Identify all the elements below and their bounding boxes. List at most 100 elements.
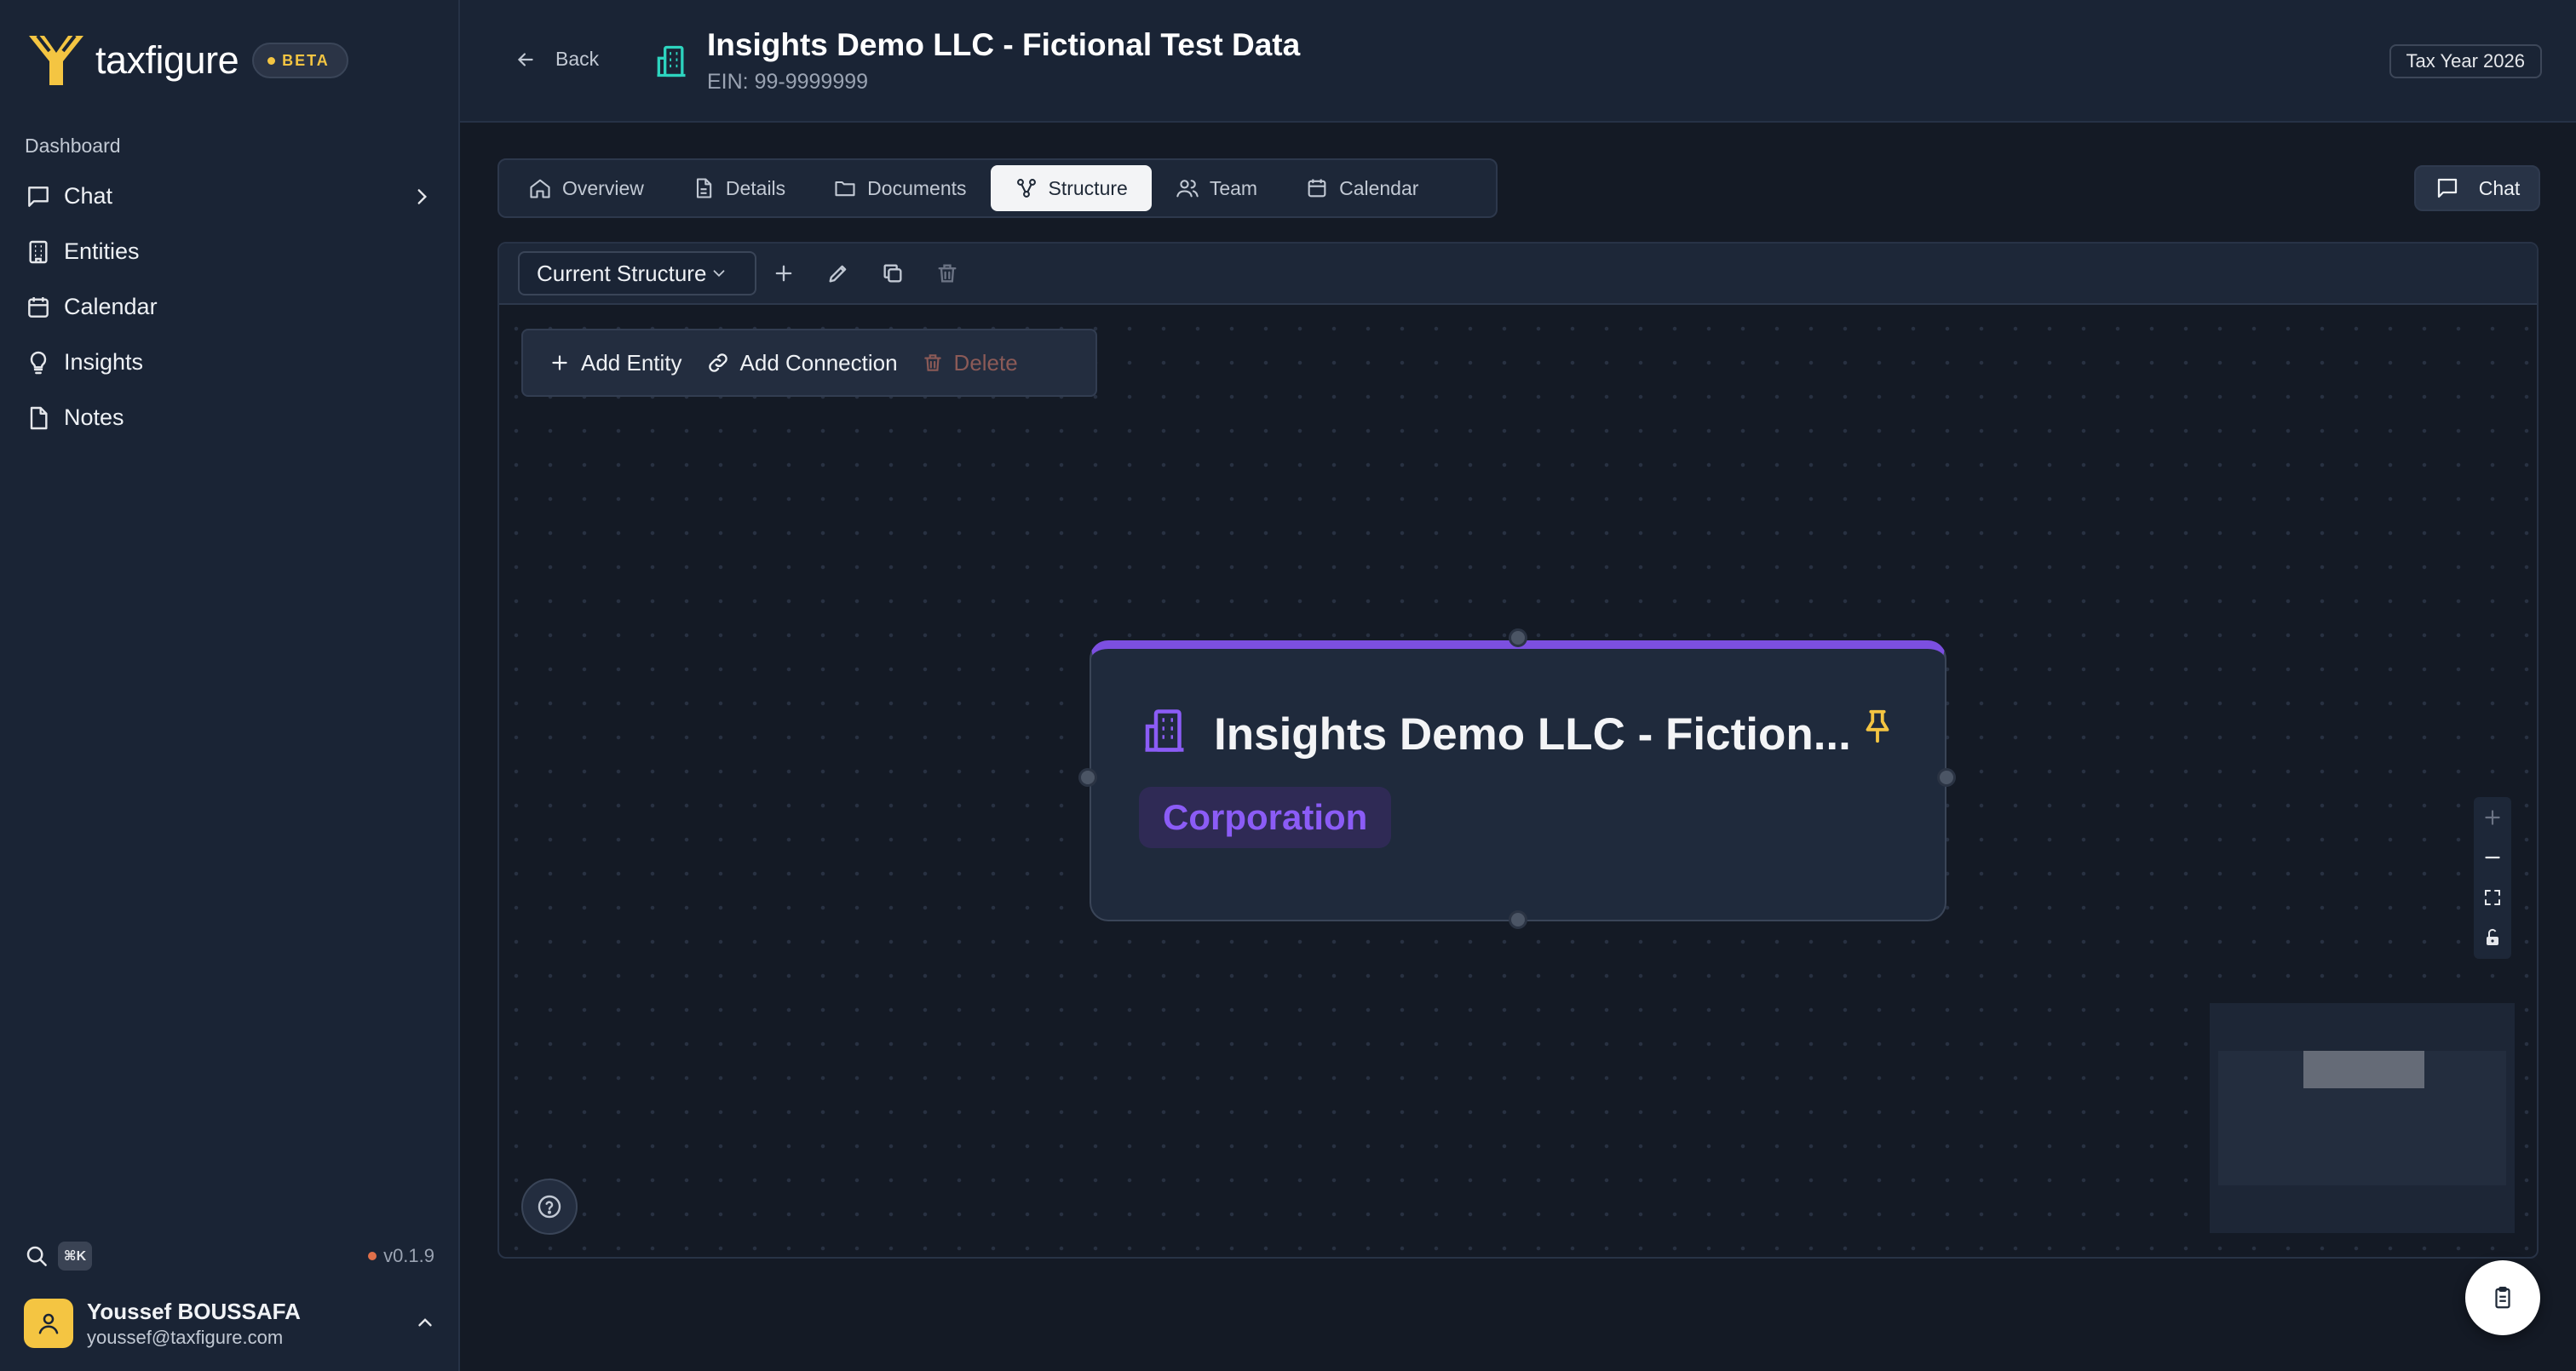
sidebar-item-calendar[interactable]: Calendar	[0, 279, 458, 335]
tab-label: Structure	[1048, 176, 1128, 199]
minimap-node	[2303, 1051, 2424, 1088]
add-entity-button[interactable]: Add Entity	[537, 339, 694, 387]
app-root: taxfigure BETA Dashboard Chat Entities C…	[0, 0, 2576, 1371]
avatar	[24, 1299, 73, 1348]
canvas-action-panel: Add Entity Add Connection Delete	[521, 329, 1097, 397]
entity-node[interactable]: Insights Demo LLC - Fiction... Corporati…	[1090, 640, 1946, 921]
tab-team[interactable]: Team	[1152, 165, 1281, 211]
message-square-icon	[25, 183, 52, 210]
tab-structure[interactable]: Structure	[990, 165, 1152, 211]
arrow-left-icon	[515, 49, 537, 71]
beta-badge-label: BETA	[282, 51, 330, 69]
file-icon	[25, 404, 52, 432]
tab-label: Details	[725, 176, 786, 199]
sidebar: taxfigure BETA Dashboard Chat Entities C…	[0, 0, 460, 1371]
clipboard-fab[interactable]	[2465, 1260, 2540, 1335]
maximize-icon	[2482, 887, 2503, 908]
user-email: youssef@taxfigure.com	[87, 1326, 284, 1348]
zoom-in-button[interactable]	[2474, 797, 2511, 837]
tab-label: Team	[1209, 176, 1258, 199]
sidebar-nav: Chat Entities Calendar Insights Notes	[0, 169, 458, 445]
tab-calendar[interactable]: Calendar	[1281, 165, 1442, 211]
sidebar-item-label: Notes	[64, 404, 124, 430]
add-connection-label: Add Connection	[739, 349, 898, 376]
node-handle-bottom[interactable]	[1509, 910, 1527, 929]
shortcut-badge: ⌘K	[58, 1242, 92, 1271]
copy-icon	[881, 261, 905, 285]
lightbulb-icon	[25, 349, 52, 376]
trash-icon	[935, 261, 959, 285]
help-circle-icon	[536, 1193, 563, 1220]
user-menu[interactable]: Youssef BOUSSAFA youssef@taxfigure.com	[24, 1296, 436, 1351]
minimap[interactable]	[2210, 1003, 2515, 1233]
pin-icon[interactable]	[1858, 707, 1897, 746]
trash-icon	[922, 352, 944, 374]
sidebar-item-chat[interactable]: Chat	[0, 169, 458, 224]
rename-structure-button[interactable]	[811, 251, 865, 295]
entity-building-icon	[653, 43, 690, 80]
chevron-right-icon[interactable]	[411, 186, 433, 208]
sidebar-item-label: Insights	[64, 349, 144, 375]
message-square-icon	[2435, 175, 2460, 201]
duplicate-structure-button[interactable]	[865, 251, 920, 295]
page-title: Insights Demo LLC - Fictional Test Data	[707, 27, 1301, 62]
folder-icon	[833, 176, 857, 200]
file-text-icon	[692, 176, 716, 200]
sidebar-item-entities[interactable]: Entities	[0, 224, 458, 279]
fit-view-button[interactable]	[2474, 877, 2511, 917]
beta-dot	[267, 56, 276, 65]
add-connection-button[interactable]: Add Connection	[694, 339, 910, 387]
brand-name: taxfigure	[95, 38, 239, 82]
clipboard-icon	[2490, 1285, 2516, 1311]
entity-node-title: Insights Demo LLC - Fiction...	[1214, 709, 1851, 760]
calendar-icon	[25, 294, 52, 321]
command-search[interactable]: ⌘K	[24, 1242, 92, 1271]
tab-details[interactable]: Details	[668, 165, 809, 211]
sidebar-item-label: Chat	[64, 183, 113, 209]
sidebar-item-notes[interactable]: Notes	[0, 390, 458, 445]
chat-button[interactable]: Chat	[2414, 165, 2540, 211]
zoom-out-button[interactable]	[2474, 837, 2511, 877]
home-icon	[528, 176, 552, 200]
chevron-up-icon[interactable]	[414, 1311, 436, 1334]
tax-year-badge[interactable]: Tax Year 2026	[2389, 44, 2542, 78]
node-handle-top[interactable]	[1509, 628, 1527, 647]
entity-tabs: Overview Details Documents Structure Tea…	[497, 158, 1498, 218]
version-label: v0.1.9	[383, 1245, 434, 1266]
network-icon	[1015, 176, 1038, 200]
sidebar-item-label: Entities	[64, 238, 140, 264]
structure-canvas[interactable]: Current Structure Add Entity Add Connect…	[497, 242, 2539, 1259]
status-dot	[368, 1252, 377, 1260]
back-label: Back	[555, 48, 600, 70]
node-handle-right[interactable]	[1937, 768, 1956, 787]
version-indicator: v0.1.9	[368, 1245, 434, 1267]
chevron-down-icon	[710, 264, 728, 283]
entity-type-badge: Corporation	[1139, 787, 1392, 848]
delete-button[interactable]: Delete	[910, 339, 1030, 387]
add-structure-button[interactable]	[756, 251, 811, 295]
delete-label: Delete	[953, 349, 1018, 376]
page-header: Back Insights Demo LLC - Fictional Test …	[460, 0, 2576, 123]
tab-label: Calendar	[1339, 176, 1419, 199]
delete-structure-button[interactable]	[920, 251, 975, 295]
node-handle-left[interactable]	[1078, 768, 1097, 787]
tab-documents[interactable]: Documents	[809, 165, 990, 211]
add-entity-label: Add Entity	[581, 349, 682, 376]
entity-ein: EIN: 99-9999999	[707, 70, 869, 94]
structure-select[interactable]: Current Structure	[518, 251, 756, 295]
sidebar-item-label: Calendar	[64, 294, 158, 319]
sidebar-item-insights[interactable]: Insights	[0, 335, 458, 390]
chat-button-label: Chat	[2478, 176, 2521, 199]
zoom-controls	[2474, 797, 2511, 959]
plus-icon	[772, 261, 796, 285]
link-icon	[706, 351, 730, 375]
brand-logo[interactable]: taxfigure BETA	[26, 32, 348, 89]
help-button[interactable]	[521, 1179, 578, 1235]
minus-icon	[2481, 846, 2504, 869]
lock-toggle-button[interactable]	[2474, 917, 2511, 957]
search-icon	[24, 1243, 49, 1269]
taxfigure-logo-icon	[26, 32, 87, 89]
tab-overview[interactable]: Overview	[504, 165, 668, 211]
pencil-icon	[826, 261, 850, 285]
back-button[interactable]: Back	[515, 48, 599, 71]
